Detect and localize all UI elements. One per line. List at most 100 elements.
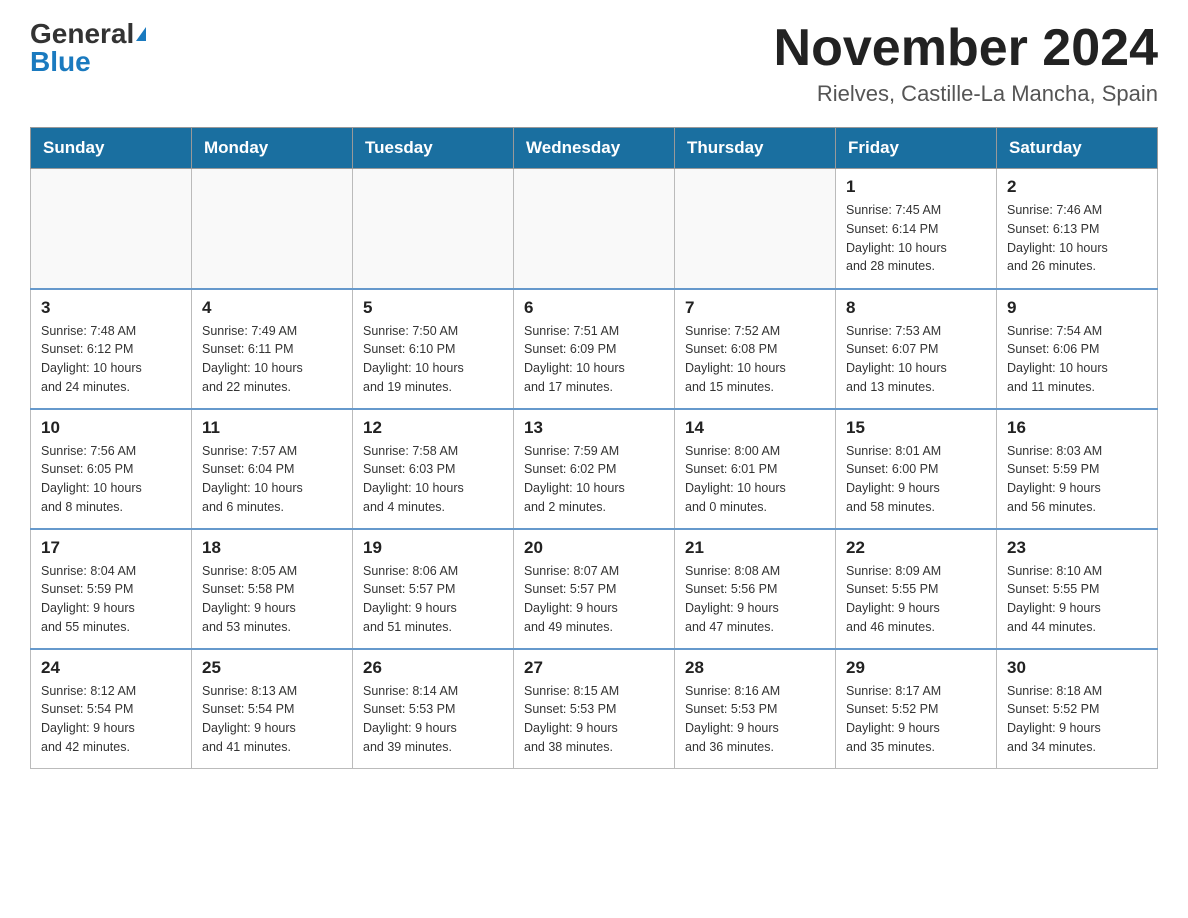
day-info: Sunrise: 8:14 AM Sunset: 5:53 PM Dayligh…	[363, 682, 503, 757]
weekday-header-tuesday: Tuesday	[353, 128, 514, 169]
title-section: November 2024 Rielves, Castille-La Manch…	[774, 20, 1158, 107]
calendar-cell: 1Sunrise: 7:45 AM Sunset: 6:14 PM Daylig…	[836, 169, 997, 289]
day-info: Sunrise: 7:54 AM Sunset: 6:06 PM Dayligh…	[1007, 322, 1147, 397]
calendar-cell	[514, 169, 675, 289]
day-number: 11	[202, 418, 342, 438]
day-info: Sunrise: 8:00 AM Sunset: 6:01 PM Dayligh…	[685, 442, 825, 517]
calendar-cell: 11 Sunrise: 7:57 AM Sunset: 6:04 PM Dayli…	[192, 409, 353, 529]
calendar-cell: 26Sunrise: 8:14 AM Sunset: 5:53 PM Dayli…	[353, 649, 514, 769]
day-number: 3	[41, 298, 181, 318]
calendar-cell: 9 Sunrise: 7:54 AM Sunset: 6:06 PM Daylig…	[997, 289, 1158, 409]
calendar-cell: 17 Sunrise: 8:04 AM Sunset: 5:59 PM Dayli…	[31, 529, 192, 649]
day-info: Sunrise: 7:57 AM Sunset: 6:04 PM Dayligh…	[202, 442, 342, 517]
logo-triangle-icon	[136, 27, 146, 41]
calendar-cell: 18 Sunrise: 8:05 AM Sunset: 5:58 PM Dayli…	[192, 529, 353, 649]
weekday-header-thursday: Thursday	[675, 128, 836, 169]
day-info: Sunrise: 7:45 AM Sunset: 6:14 PM Dayligh…	[846, 201, 986, 276]
calendar-cell: 15Sunrise: 8:01 AM Sunset: 6:00 PM Dayli…	[836, 409, 997, 529]
day-info: Sunrise: 8:03 AM Sunset: 5:59 PM Dayligh…	[1007, 442, 1147, 517]
calendar-cell	[353, 169, 514, 289]
day-number: 13	[524, 418, 664, 438]
day-number: 30	[1007, 658, 1147, 678]
day-info: Sunrise: 7:52 AM Sunset: 6:08 PM Dayligh…	[685, 322, 825, 397]
calendar-cell	[31, 169, 192, 289]
calendar-cell: 25 Sunrise: 8:13 AM Sunset: 5:54 PM Dayli…	[192, 649, 353, 769]
day-info: Sunrise: 8:15 AM Sunset: 5:53 PM Dayligh…	[524, 682, 664, 757]
calendar-cell: 6 Sunrise: 7:51 AM Sunset: 6:09 PM Daylig…	[514, 289, 675, 409]
day-info: Sunrise: 7:58 AM Sunset: 6:03 PM Dayligh…	[363, 442, 503, 517]
day-info: Sunrise: 8:10 AM Sunset: 5:55 PM Dayligh…	[1007, 562, 1147, 637]
day-number: 17	[41, 538, 181, 558]
calendar-cell: 14 Sunrise: 8:00 AM Sunset: 6:01 PM Dayli…	[675, 409, 836, 529]
day-number: 19	[363, 538, 503, 558]
calendar-cell	[675, 169, 836, 289]
calendar-cell: 21 Sunrise: 8:08 AM Sunset: 5:56 PM Dayli…	[675, 529, 836, 649]
calendar-cell: 24 Sunrise: 8:12 AM Sunset: 5:54 PM Dayli…	[31, 649, 192, 769]
page-header: General Blue November 2024 Rielves, Cast…	[30, 20, 1158, 107]
day-info: Sunrise: 8:12 AM Sunset: 5:54 PM Dayligh…	[41, 682, 181, 757]
calendar-cell: 29Sunrise: 8:17 AM Sunset: 5:52 PM Dayli…	[836, 649, 997, 769]
day-info: Sunrise: 8:08 AM Sunset: 5:56 PM Dayligh…	[685, 562, 825, 637]
calendar-cell: 19 Sunrise: 8:06 AM Sunset: 5:57 PM Dayli…	[353, 529, 514, 649]
day-info: Sunrise: 7:46 AM Sunset: 6:13 PM Dayligh…	[1007, 201, 1147, 276]
day-number: 12	[363, 418, 503, 438]
day-number: 29	[846, 658, 986, 678]
calendar-cell: 30 Sunrise: 8:18 AM Sunset: 5:52 PM Dayli…	[997, 649, 1158, 769]
weekday-header-wednesday: Wednesday	[514, 128, 675, 169]
day-info: Sunrise: 8:07 AM Sunset: 5:57 PM Dayligh…	[524, 562, 664, 637]
day-number: 21	[685, 538, 825, 558]
day-info: Sunrise: 7:59 AM Sunset: 6:02 PM Dayligh…	[524, 442, 664, 517]
calendar-cell: 7Sunrise: 7:52 AM Sunset: 6:08 PM Daylig…	[675, 289, 836, 409]
day-info: Sunrise: 7:53 AM Sunset: 6:07 PM Dayligh…	[846, 322, 986, 397]
calendar-cell: 23 Sunrise: 8:10 AM Sunset: 5:55 PM Dayli…	[997, 529, 1158, 649]
calendar-cell: 13 Sunrise: 7:59 AM Sunset: 6:02 PM Dayli…	[514, 409, 675, 529]
day-number: 8	[846, 298, 986, 318]
day-number: 14	[685, 418, 825, 438]
day-info: Sunrise: 7:48 AM Sunset: 6:12 PM Dayligh…	[41, 322, 181, 397]
day-number: 4	[202, 298, 342, 318]
day-number: 2	[1007, 177, 1147, 197]
calendar-week-row: 3 Sunrise: 7:48 AM Sunset: 6:12 PM Daylig…	[31, 289, 1158, 409]
day-info: Sunrise: 8:04 AM Sunset: 5:59 PM Dayligh…	[41, 562, 181, 637]
day-number: 6	[524, 298, 664, 318]
calendar-cell: 12 Sunrise: 7:58 AM Sunset: 6:03 PM Dayli…	[353, 409, 514, 529]
calendar-cell	[192, 169, 353, 289]
day-number: 18	[202, 538, 342, 558]
weekday-header-sunday: Sunday	[31, 128, 192, 169]
calendar-cell: 4Sunrise: 7:49 AM Sunset: 6:11 PM Daylig…	[192, 289, 353, 409]
day-number: 20	[524, 538, 664, 558]
day-info: Sunrise: 8:18 AM Sunset: 5:52 PM Dayligh…	[1007, 682, 1147, 757]
calendar-cell: 10Sunrise: 7:56 AM Sunset: 6:05 PM Dayli…	[31, 409, 192, 529]
day-info: Sunrise: 8:16 AM Sunset: 5:53 PM Dayligh…	[685, 682, 825, 757]
calendar-header-row: SundayMondayTuesdayWednesdayThursdayFrid…	[31, 128, 1158, 169]
month-title: November 2024	[774, 20, 1158, 77]
calendar-cell: 8 Sunrise: 7:53 AM Sunset: 6:07 PM Daylig…	[836, 289, 997, 409]
day-info: Sunrise: 7:51 AM Sunset: 6:09 PM Dayligh…	[524, 322, 664, 397]
calendar-week-row: 1Sunrise: 7:45 AM Sunset: 6:14 PM Daylig…	[31, 169, 1158, 289]
day-info: Sunrise: 8:13 AM Sunset: 5:54 PM Dayligh…	[202, 682, 342, 757]
calendar-cell: 2 Sunrise: 7:46 AM Sunset: 6:13 PM Daylig…	[997, 169, 1158, 289]
day-number: 5	[363, 298, 503, 318]
weekday-header-friday: Friday	[836, 128, 997, 169]
calendar-cell: 20 Sunrise: 8:07 AM Sunset: 5:57 PM Dayli…	[514, 529, 675, 649]
day-number: 24	[41, 658, 181, 678]
logo-general-text: General	[30, 20, 134, 48]
location-subtitle: Rielves, Castille-La Mancha, Spain	[774, 81, 1158, 107]
calendar-cell: 16 Sunrise: 8:03 AM Sunset: 5:59 PM Dayli…	[997, 409, 1158, 529]
day-info: Sunrise: 8:05 AM Sunset: 5:58 PM Dayligh…	[202, 562, 342, 637]
day-number: 27	[524, 658, 664, 678]
calendar-week-row: 17 Sunrise: 8:04 AM Sunset: 5:59 PM Dayli…	[31, 529, 1158, 649]
day-number: 9	[1007, 298, 1147, 318]
logo: General Blue	[30, 20, 146, 76]
day-info: Sunrise: 8:06 AM Sunset: 5:57 PM Dayligh…	[363, 562, 503, 637]
day-number: 16	[1007, 418, 1147, 438]
calendar-week-row: 10Sunrise: 7:56 AM Sunset: 6:05 PM Dayli…	[31, 409, 1158, 529]
calendar-cell: 28Sunrise: 8:16 AM Sunset: 5:53 PM Dayli…	[675, 649, 836, 769]
day-number: 25	[202, 658, 342, 678]
calendar-cell: 22Sunrise: 8:09 AM Sunset: 5:55 PM Dayli…	[836, 529, 997, 649]
calendar-week-row: 24 Sunrise: 8:12 AM Sunset: 5:54 PM Dayli…	[31, 649, 1158, 769]
calendar-cell: 27 Sunrise: 8:15 AM Sunset: 5:53 PM Dayli…	[514, 649, 675, 769]
day-number: 23	[1007, 538, 1147, 558]
day-info: Sunrise: 8:09 AM Sunset: 5:55 PM Dayligh…	[846, 562, 986, 637]
day-info: Sunrise: 8:01 AM Sunset: 6:00 PM Dayligh…	[846, 442, 986, 517]
